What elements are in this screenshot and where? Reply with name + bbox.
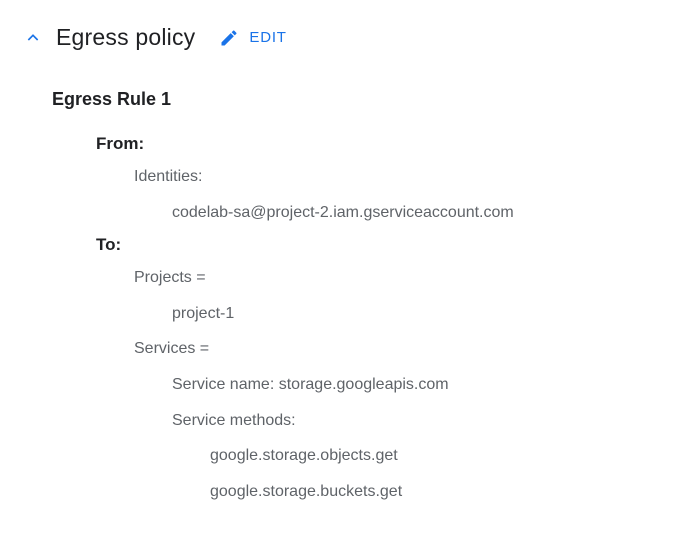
from-section: From: Identities: codelab-sa@project-2.i…	[96, 134, 676, 225]
projects-label: Projects =	[134, 265, 676, 291]
project-value: project-1	[172, 301, 676, 327]
service-methods-label: Service methods:	[172, 408, 676, 434]
policy-header: Egress policy EDIT	[24, 24, 676, 51]
to-section: To: Projects = project-1 Services = Serv…	[96, 235, 676, 504]
service-name-line: Service name: storage.googleapis.com	[172, 372, 676, 398]
identity-value: codelab-sa@project-2.iam.gserviceaccount…	[172, 200, 676, 226]
rule-title: Egress Rule 1	[52, 89, 676, 110]
policy-title: Egress policy	[56, 24, 195, 51]
from-label: From:	[96, 134, 676, 154]
edit-button[interactable]: EDIT	[219, 28, 286, 48]
identities-label: Identities:	[134, 164, 676, 190]
service-method-value: google.storage.buckets.get	[210, 479, 676, 505]
service-name-value: storage.googleapis.com	[279, 376, 449, 393]
services-label: Services =	[134, 336, 676, 362]
service-name-label: Service name:	[172, 376, 274, 393]
services-subsection: Services = Service name: storage.googlea…	[134, 336, 676, 504]
expand-toggle[interactable]: Egress policy	[24, 24, 195, 51]
identities-subsection: Identities: codelab-sa@project-2.iam.gse…	[134, 164, 676, 225]
pencil-icon	[219, 28, 239, 48]
chevron-up-icon	[24, 29, 42, 47]
to-label: To:	[96, 235, 676, 255]
projects-subsection: Projects = project-1	[134, 265, 676, 326]
service-method-value: google.storage.objects.get	[210, 443, 676, 469]
rule-block: Egress Rule 1 From: Identities: codelab-…	[52, 89, 676, 504]
edit-label: EDIT	[249, 29, 286, 46]
